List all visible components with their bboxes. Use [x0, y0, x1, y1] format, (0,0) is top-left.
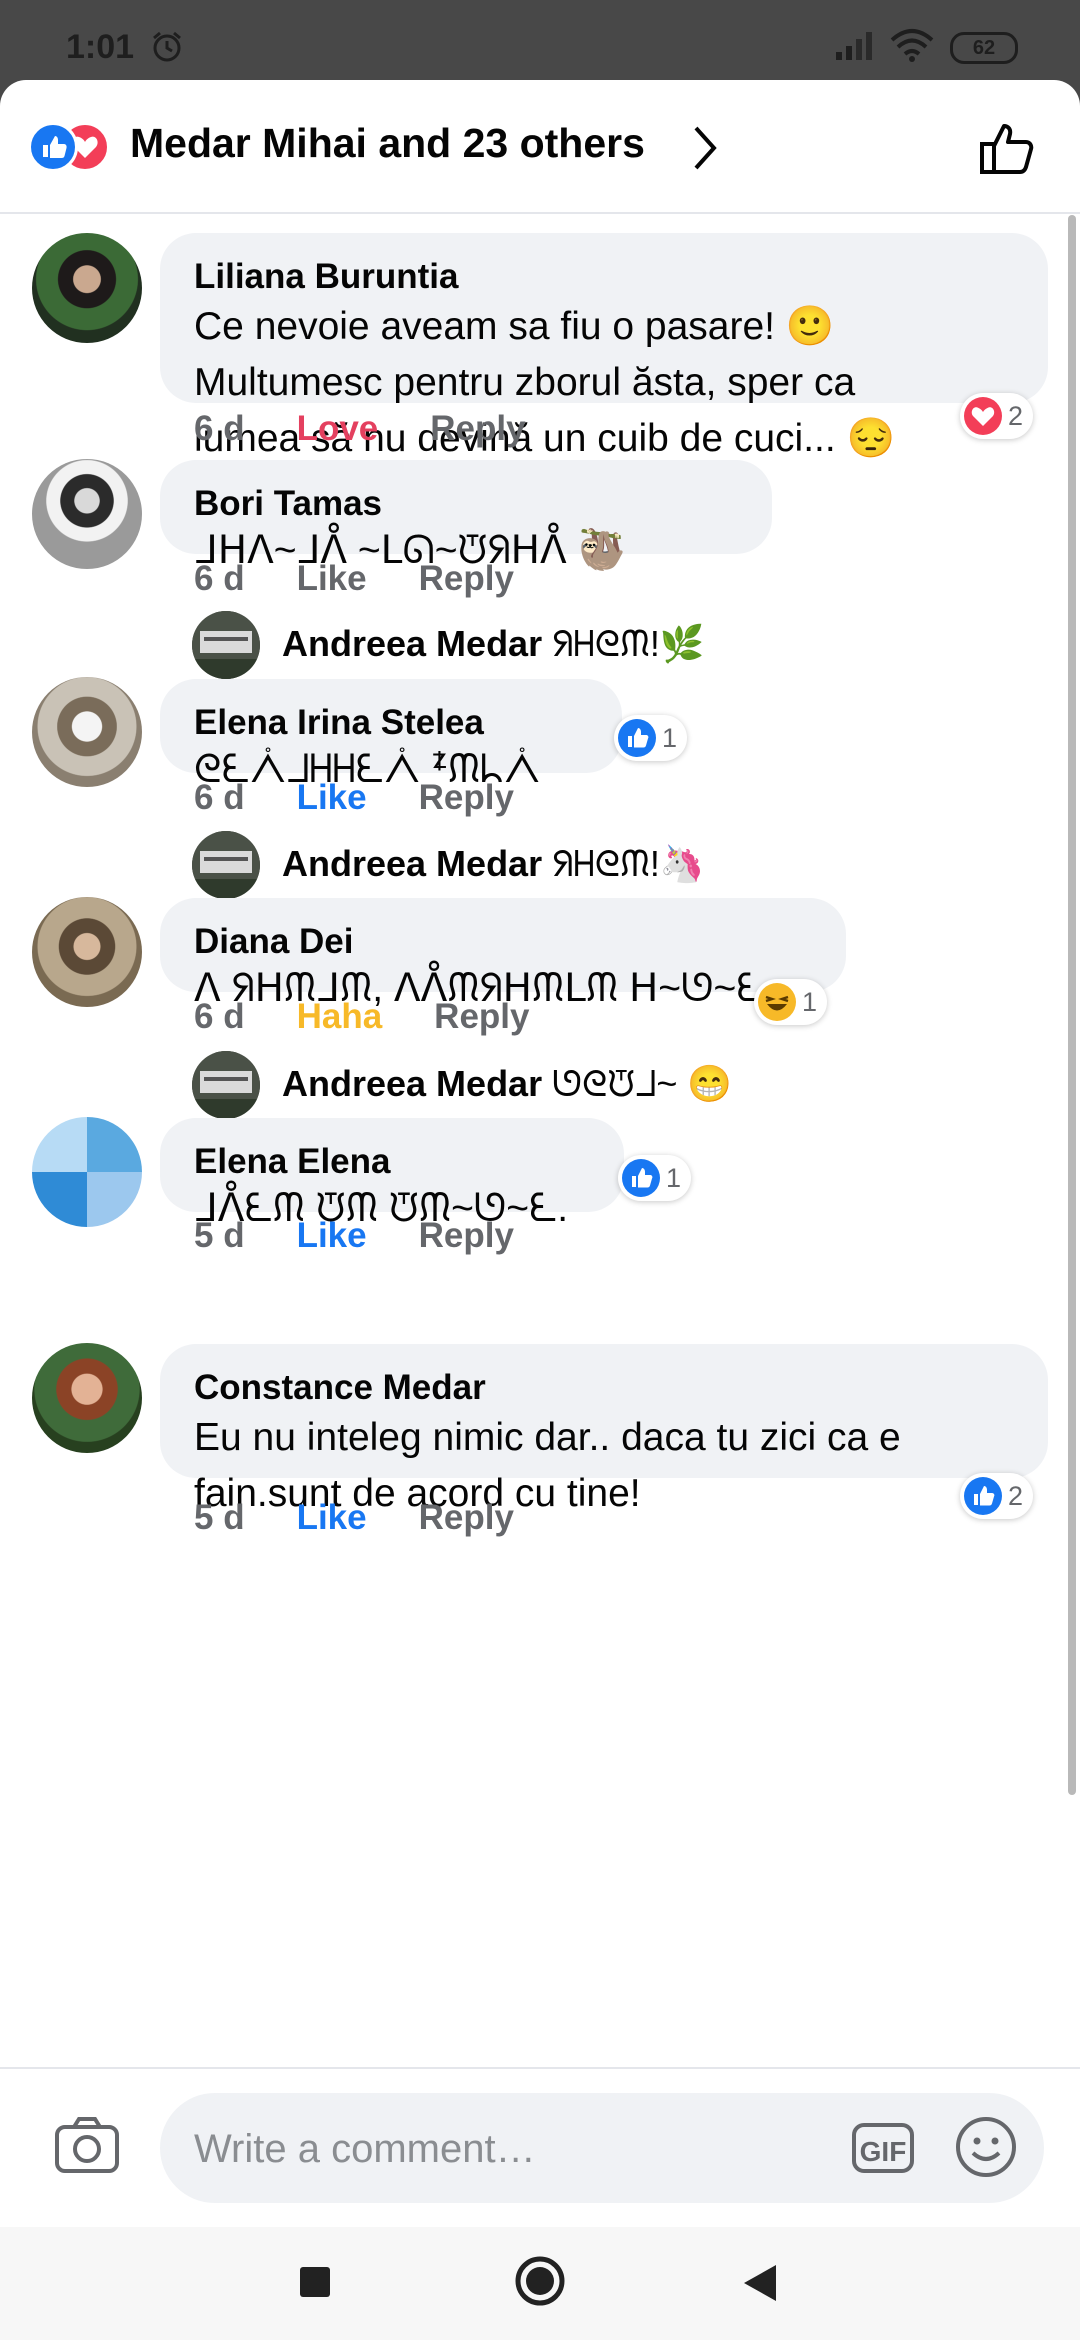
reaction-badge[interactable]: 1 — [754, 979, 828, 1025]
comment-actions: 6 d Haha Reply — [194, 997, 581, 1037]
reaction-badge[interactable]: 2 — [960, 393, 1034, 439]
camera-icon[interactable] — [54, 2115, 120, 2180]
reply-button[interactable]: Reply — [419, 778, 514, 817]
avatar[interactable] — [32, 897, 142, 1007]
reply-text: ᘎᘓᙈᒧ~ 😁 — [552, 1063, 733, 1104]
comment-bubble[interactable]: Liliana Buruntia Ce nevoie aveam sa fiu … — [160, 233, 1048, 460]
avatar[interactable] — [32, 1343, 142, 1453]
wifi-icon — [890, 28, 934, 67]
avatar[interactable] — [32, 1117, 142, 1227]
reply-button[interactable]: Reply — [419, 559, 514, 598]
reply-author[interactable]: Andreea Medar — [282, 1063, 542, 1104]
reaction-count: 2 — [1008, 1480, 1024, 1511]
comment-author[interactable]: Elena Irina Stelea — [194, 701, 588, 745]
comment-actions: 6 d Love Reply — [194, 409, 578, 449]
avatar[interactable] — [32, 459, 142, 569]
reaction-count: 2 — [1008, 400, 1024, 431]
reaction-badge[interactable]: 2 — [960, 1473, 1034, 1519]
avatar[interactable] — [32, 233, 142, 343]
avatar[interactable] — [192, 831, 260, 899]
avatar[interactable] — [192, 611, 260, 679]
comment-time: 5 d — [194, 1216, 245, 1255]
like-button[interactable]: Like — [297, 1498, 367, 1537]
reply-text-row: Andreea Medar ᖆᕼᘓᙏ!🦄 — [282, 843, 705, 886]
comment-bubble[interactable]: Constance Medar Eu nu inteleg nimic dar.… — [160, 1344, 1048, 1515]
thumbs-up-icon[interactable] — [978, 118, 1038, 183]
reply-button[interactable]: Reply — [430, 409, 525, 448]
love-reaction-button[interactable]: Love — [297, 409, 379, 448]
comment-composer: Write a comment… GIF — [0, 2067, 1080, 2229]
comment-text: Ce nevoie aveam sa fiu o pasare! 🙂 — [194, 305, 835, 348]
reply-button[interactable]: Reply — [419, 1216, 514, 1255]
back-icon[interactable] — [742, 2263, 778, 2308]
comment-actions: 5 d Like Reply — [194, 1498, 566, 1538]
like-icon — [618, 719, 656, 757]
reply-text: ᖆᕼᘓᙏ!🌿 — [552, 623, 705, 664]
like-icon — [964, 1477, 1002, 1515]
comment-time: 6 d — [194, 778, 245, 817]
reaction-count: 1 — [666, 1162, 682, 1193]
comment-actions: 6 d Like Reply — [194, 559, 566, 599]
reply-text-row: Andreea Medar ᖆᕼᘓᙏ!🌿 — [282, 623, 705, 666]
haha-icon — [758, 983, 796, 1021]
comment-time: 6 d — [194, 559, 245, 598]
comment-actions: 5 d Like Reply — [194, 1216, 566, 1256]
reply-text-row: Andreea Medar ᘎᘓᙈᒧ~ 😁 — [282, 1063, 732, 1106]
comment-actions: 6 d Like Reply — [194, 778, 566, 818]
comments-sheet: Medar Mihai and 23 others Liliana Burunt… — [0, 80, 1080, 2340]
signal-icon — [836, 30, 876, 65]
comment-bubble[interactable]: Elena Elena ᒧᐰᘍᙏ ᙈᙏ ᙈᙏ~ᘎ~ᘍ. — [160, 1118, 624, 1230]
comment-author[interactable]: Bori Tamas — [194, 482, 738, 526]
reaction-count: 1 — [802, 986, 818, 1017]
comment-text: Multumesc pentru zborul ăsta, sper ca — [194, 361, 856, 404]
gif-button[interactable]: GIF — [852, 2123, 914, 2173]
avatar[interactable] — [192, 1051, 260, 1119]
like-button[interactable]: Like — [297, 1216, 367, 1255]
avatar[interactable] — [32, 677, 142, 787]
emoji-icon[interactable] — [954, 2115, 1018, 2184]
comment-time: 6 d — [194, 997, 245, 1036]
comment-placeholder: Write a comment… — [194, 2127, 536, 2171]
like-icon — [28, 122, 78, 172]
reactions-header[interactable]: Medar Mihai and 23 others — [0, 80, 1080, 214]
like-button[interactable]: Like — [297, 778, 367, 817]
home-icon[interactable] — [514, 2255, 566, 2312]
comment-bubble[interactable]: Bori Tamas ᒧᕼᐱ~ᒧᐰ ~ᒪᘏ~ᙈᖆᕼᐰ 🦥 — [160, 460, 772, 572]
comment-text: Eu nu inteleg nimic dar.. daca tu zici c… — [194, 1416, 901, 1459]
reply-button[interactable]: Reply — [434, 997, 529, 1036]
comment-time: 5 d — [194, 1498, 245, 1537]
reaction-badge[interactable]: 1 — [618, 1155, 692, 1201]
reply-button[interactable]: Reply — [419, 1498, 514, 1537]
comment-author[interactable]: Elena Elena — [194, 1140, 590, 1184]
comment-author[interactable]: Constance Medar — [194, 1366, 1014, 1410]
comment-author[interactable]: Liliana Buruntia — [194, 255, 1014, 299]
system-navigation-bar — [0, 2227, 1080, 2340]
status-bar: 1:01 62 — [0, 0, 1080, 80]
recents-icon[interactable] — [300, 2267, 330, 2297]
love-icon — [964, 397, 1002, 435]
comment-bubble[interactable]: Elena Irina Stelea ᘓᘍᐰᒧᕼᕼᘍᐰ ᙇᙏᖺᐰ — [160, 679, 622, 791]
like-button[interactable]: Like — [297, 559, 367, 598]
reaction-count: 1 — [662, 722, 678, 753]
status-time: 1:01 — [66, 28, 135, 66]
like-icon — [622, 1159, 660, 1197]
chevron-right-icon[interactable] — [690, 124, 720, 177]
reaction-badge[interactable]: 1 — [614, 715, 688, 761]
comment-author[interactable]: Diana Dei — [194, 920, 812, 964]
reaction-summary — [28, 122, 122, 172]
reactions-title[interactable]: Medar Mihai and 23 others — [130, 120, 645, 167]
alarm-icon — [150, 30, 184, 69]
comment-input[interactable]: Write a comment… GIF — [160, 2093, 1044, 2203]
reply-author[interactable]: Andreea Medar — [282, 623, 542, 664]
comment-time: 6 d — [194, 409, 245, 448]
comment-list: Liliana Buruntia Ce nevoie aveam sa fiu … — [0, 213, 1080, 2143]
reply-text: ᖆᕼᘓᙏ!🦄 — [552, 843, 705, 884]
comment-bubble[interactable]: Diana Dei ᐱ ᖆᕼᙏᒧᙏ, ᐱᐰᙏᖆᕼᙏᒪᙏ ᕼ~ᘎ~ᘍ. — [160, 898, 846, 1010]
reply-author[interactable]: Andreea Medar — [282, 843, 542, 884]
battery-indicator: 62 — [950, 32, 1018, 64]
haha-reaction-button[interactable]: Haha — [297, 997, 383, 1036]
